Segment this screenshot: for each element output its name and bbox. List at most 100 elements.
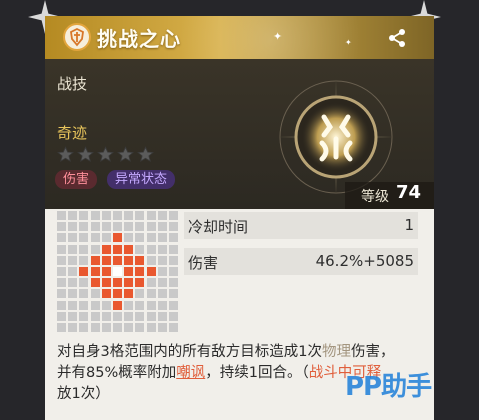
keyword-physical: 物理: [321, 344, 351, 360]
grid-cell: [90, 211, 100, 220]
grid-cell: [101, 222, 111, 232]
grid-cell: [157, 311, 167, 321]
grid-cell: [57, 211, 66, 220]
grid-cell: [157, 323, 167, 332]
star-icon: [137, 146, 154, 163]
grid-cell: [124, 233, 134, 243]
grid-cell: [124, 222, 134, 232]
grid-cell: [57, 289, 66, 299]
grid-cell: [79, 311, 89, 321]
level-value: 74: [396, 182, 422, 203]
stat-row-cooldown: 冷却时间 1: [184, 212, 418, 239]
share-icon[interactable]: [387, 28, 407, 48]
grid-cell-area: [101, 278, 111, 288]
grid-cell: [57, 233, 66, 243]
grid-cell: [124, 323, 134, 332]
star-icon: [77, 146, 94, 163]
grid-cell-area: [135, 255, 145, 265]
grid-cell: [169, 323, 178, 332]
grid-cell: [146, 244, 156, 254]
grid-cell-area: [135, 267, 145, 276]
grid-cell: [169, 300, 178, 310]
grid-cell: [68, 311, 78, 321]
grid-cell: [146, 233, 156, 243]
desc-text: 对自身3格范围内的所有敌方目标造成1次: [57, 344, 322, 360]
sparkle-decoration: ✦: [345, 38, 352, 47]
title-bar: 挑战之心 ✦ ✦: [45, 16, 434, 59]
grid-cell: [79, 289, 89, 299]
grid-cell: [57, 267, 66, 276]
grid-cell: [101, 323, 111, 332]
grid-cell-area: [113, 255, 122, 265]
grid-cell-area: [101, 244, 111, 254]
grid-cell: [169, 222, 178, 232]
grid-cell: [57, 278, 66, 288]
grid-cell: [169, 233, 178, 243]
grid-cell: [68, 222, 78, 232]
grid-cell-area: [113, 300, 122, 310]
grid-cell: [169, 211, 178, 220]
grid-cell: [124, 211, 134, 220]
grid-cell: [146, 323, 156, 332]
star-icon: [57, 146, 74, 163]
grid-cell: [79, 211, 89, 220]
grid-cell: [113, 211, 122, 220]
grid-cell: [169, 255, 178, 265]
grid-cell-area: [113, 278, 122, 288]
grid-cell: [135, 289, 145, 299]
grid-cell-area: [113, 289, 122, 299]
grid-cell: [68, 323, 78, 332]
skill-title: 挑战之心: [97, 27, 181, 51]
skill-info-panel: 战技 奇迹 伤害 异常状态 等级 74: [45, 59, 434, 209]
grid-cell-area: [101, 289, 111, 299]
skill-category: 战技: [57, 75, 88, 93]
grid-cell-area: [124, 267, 134, 276]
star-rating: [57, 146, 154, 163]
grid-cell: [68, 211, 78, 220]
skill-emblem-icon: [63, 23, 91, 51]
grid-cell: [68, 233, 78, 243]
grid-cell: [113, 311, 122, 321]
grid-cell: [90, 300, 100, 310]
skill-card: 挑战之心 ✦ ✦ 战技 奇迹 伤害 异常状态 等级 74 冷却时间 1 伤害 4…: [45, 16, 434, 420]
grid-cell: [68, 244, 78, 254]
star-icon: [117, 146, 134, 163]
grid-cell: [79, 255, 89, 265]
grid-cell: [135, 211, 145, 220]
watermark-logo: PP助手: [345, 372, 432, 402]
grid-cell: [90, 222, 100, 232]
grid-cell: [157, 289, 167, 299]
grid-cell: [90, 323, 100, 332]
grid-cell: [57, 311, 66, 321]
stat-row-damage: 伤害 46.2%+5085: [184, 248, 418, 275]
grid-cell: [124, 311, 134, 321]
grid-cell: [68, 267, 78, 276]
grid-cell: [57, 222, 66, 232]
grid-cell: [146, 222, 156, 232]
grid-cell: [90, 233, 100, 243]
grid-cell: [68, 289, 78, 299]
grid-cell: [79, 244, 89, 254]
grid-cell: [157, 300, 167, 310]
grid-cell-area: [146, 267, 156, 276]
keyword-taunt-link[interactable]: 嘲讽: [176, 365, 205, 381]
grid-cell: [157, 244, 167, 254]
grid-cell: [146, 311, 156, 321]
grid-cell-area: [90, 267, 100, 276]
grid-cell: [157, 233, 167, 243]
grid-cell: [68, 278, 78, 288]
grid-cell: [169, 289, 178, 299]
grid-cell: [135, 311, 145, 321]
grid-cell: [90, 289, 100, 299]
level-box: 等级 74: [345, 182, 434, 209]
grid-cell: [57, 300, 66, 310]
grid-cell-area: [113, 244, 122, 254]
grid-cell: [135, 323, 145, 332]
grid-cell: [113, 323, 122, 332]
grid-cell: [113, 222, 122, 232]
grid-cell: [146, 255, 156, 265]
grid-cell: [101, 300, 111, 310]
grid-cell-area: [101, 255, 111, 265]
grid-cell-area: [124, 278, 134, 288]
stat-label: 冷却时间: [188, 218, 249, 236]
